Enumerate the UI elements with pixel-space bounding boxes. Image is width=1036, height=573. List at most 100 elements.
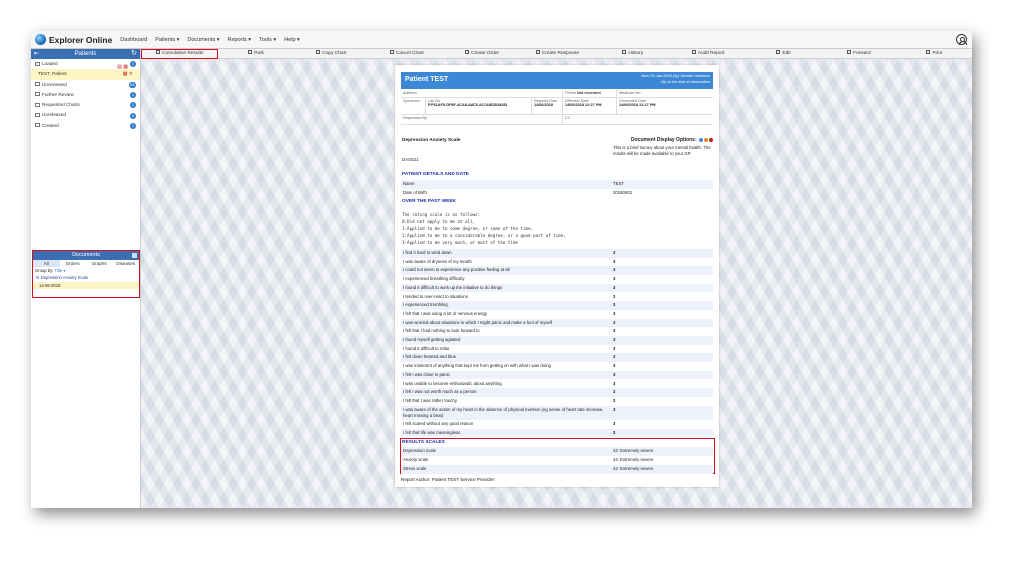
report-document: Patient TEST Born 01-Jan-2018 (3y) Gende… [395,65,719,487]
question-row: I felt that I was rather touchy 3 [401,397,713,406]
button-label: Edit [782,50,791,56]
tab-graphs[interactable]: Graphs [86,260,113,267]
button-label: Audit Report [697,50,725,56]
tab-all[interactable]: All [33,260,60,267]
result-row: Depression scale 42: Extremely severe [401,447,713,456]
question-score: 3 [613,406,616,412]
nav-patients[interactable]: Patients ▾ [155,37,179,43]
group-by-value[interactable]: Title ▾ [54,268,65,273]
display-option-icon[interactable] [709,137,713,142]
document-display-options[interactable]: Document Display Options: [631,137,713,143]
cc-label: CC [565,116,571,120]
button-label: Cancel Chart [395,50,424,56]
sidebar-item-label: Requested Charts [42,102,80,108]
question-text: I felt down hearted and blue [403,354,457,360]
count-badge: 1 [130,61,136,68]
button-label: Copy Chart [322,50,347,56]
sidebar-item-unreviewed[interactable]: Unreviewed 58 [31,80,140,90]
nav-help[interactable]: Help ▾ [284,37,300,43]
user-account-icon[interactable] [956,34,967,45]
collapse-arrow-icon[interactable]: ⇤ [34,49,39,59]
top-bar: Explorer Online Dashboard Patients ▾ Doc… [31,31,972,49]
count-badge: 58 [128,81,136,88]
question-score: 3 [613,293,616,299]
display-option-icon[interactable] [704,137,708,142]
generated-date-value: 14/06/2018 12:27 PM [619,103,656,107]
panel-toggle-icon[interactable] [132,253,137,258]
create-response-button[interactable]: Create Response [520,49,595,59]
forward-icon [847,49,852,54]
history-button[interactable]: History [595,49,670,59]
tab-diseases[interactable]: Diseases [113,260,140,267]
response-icon [535,49,540,54]
question-row: I felt down hearted and blue 3 [401,353,713,363]
question-text: I felt that I was using a lot of nervous… [403,310,488,316]
question-text: I found it difficult to work up the init… [403,284,503,290]
question-row: I was intolerant of anything that kept m… [401,362,713,371]
create-order-button[interactable]: Create Order [444,49,519,59]
count-badge: 0 [130,112,136,119]
print-button[interactable]: Print [897,49,972,59]
sidebar-item-further-review[interactable]: Further Review 1 [31,90,140,100]
copy-chart-button[interactable]: Copy Chart [294,49,369,59]
folder-icon [35,123,40,128]
sidebar-item-requested-charts[interactable]: Requested Charts 1 [31,100,140,110]
question-score: 3 [613,302,616,308]
cumulative-results-button[interactable]: Cumulative Results [141,48,219,59]
result-row: Stress scale 42: Extremely severe [401,465,713,474]
nav-documents[interactable]: Documents ▾ [187,37,219,43]
nav-reports[interactable]: Reports ▾ [228,37,252,43]
edit-icon [776,49,781,54]
group-by-label: Group by: [35,268,54,273]
question-score: 3 [613,276,616,282]
document-date: 14-06-2018 [39,283,61,288]
dob-line: Born 01-Jan-2018 (3y) Gender Unknown [641,74,710,78]
document-date-row[interactable]: 14-06-2018 [33,282,139,289]
question-row: I tended to over-react to situations 3 [401,293,713,302]
question-row: I experienced breathing difficulty 3 [401,275,713,284]
result-label: Stress scale [403,466,427,471]
sidebar-item-label: Unreviewed [42,81,67,87]
question-text: I was aware of the action of my heart in… [403,406,604,418]
patient-row-actions[interactable]: ▦ ✕ [123,69,133,79]
cancel-chart-button[interactable]: Cancel Chart [369,49,444,59]
detail-row-name: Name TEST [401,180,713,189]
result-label: Anxiety scale [403,457,429,462]
report-footer: Report Author: Patient TEST Service Prov… [401,477,496,482]
button-label: Create Response [541,50,580,56]
nav-tools[interactable]: Tools ▾ [259,37,276,43]
result-value: 42: Extremely severe [613,466,654,471]
report-section-title: Depression Anxiety Scale [402,138,461,143]
refresh-icon[interactable]: ↻ [131,49,137,59]
park-button[interactable]: Park [218,49,293,59]
tab-orders[interactable]: Orders [60,260,87,267]
sidebar-item-unreleased[interactable]: Unreleased 0 [31,110,140,120]
question-score: 3 [613,389,616,395]
display-option-icon[interactable] [699,137,703,142]
rating-scale-note: The rating scale is as follows: 0:Did no… [402,212,566,245]
loaded-patient-row[interactable]: TEST, Patient ▦ ✕ [31,69,140,80]
sidebar-item-loaded[interactable]: Loaded ▤ ▦ 1 [31,59,140,70]
sidebar-item-label: Loaded [42,61,58,66]
sidebar-item-label: Further Review [42,91,74,97]
detail-label: Name [403,181,415,186]
edit-button[interactable]: Edit [746,49,821,59]
patient-name: TEST, Patient [38,71,67,77]
nav-dashboard[interactable]: Dashboard [120,37,147,43]
count-badge: 1 [130,102,136,109]
documents-panel: Documents All Orders Graphs Diseases Gro… [32,250,140,298]
document-list-item[interactable]: ⊟ Depression Anxiety Scale [33,274,139,282]
forward-button[interactable]: Forward [821,49,896,59]
audit-report-button[interactable]: Audit Report [671,49,746,59]
group-by-selector[interactable]: Group by: Title ▾ [33,267,139,274]
order-icon [465,49,470,54]
question-row: I experienced trembling 3 [401,301,713,310]
document-icon [156,49,161,54]
count-badge: 1 [130,92,136,99]
button-label: Park [254,50,264,56]
print-icon [926,49,931,54]
lab-no-value: F/F61AF5-DF8F-4CA8-A8C5-A17A8DDD8281 [428,103,508,107]
app-title: Explorer Online [49,34,113,45]
sidebar-item-created[interactable]: Created 1 [31,121,140,131]
audit-icon [691,49,696,54]
